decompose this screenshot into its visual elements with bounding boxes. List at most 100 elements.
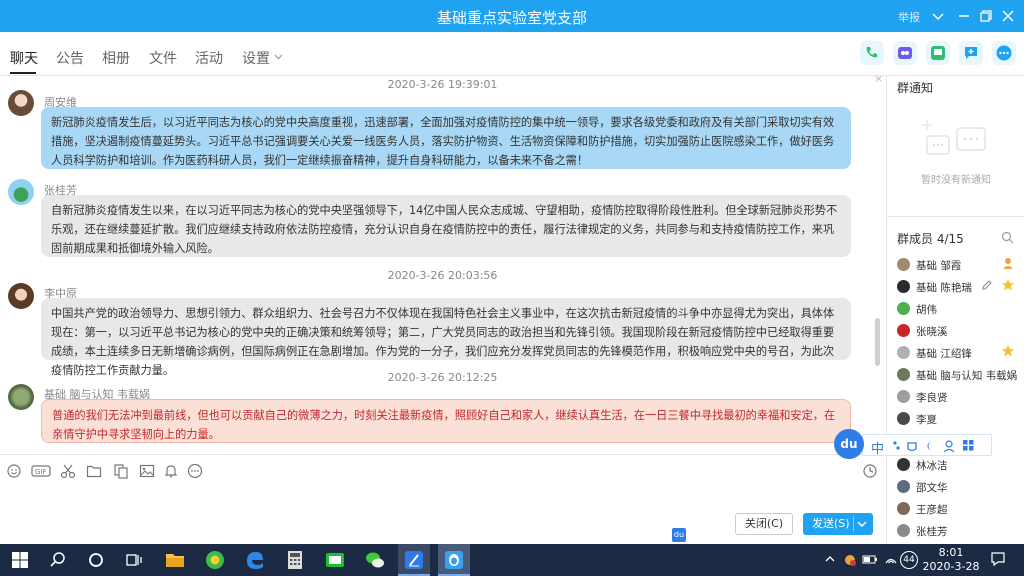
member-item[interactable]: 王彦超 [897,500,1022,518]
minimize-icon[interactable] [954,6,974,26]
avatar [897,480,910,493]
bell-icon[interactable] [163,463,179,479]
avatar [897,502,910,515]
avatar[interactable] [8,179,34,205]
image-icon[interactable] [139,463,155,479]
message-timestamp: 2020-3-26 20:03:56 [387,269,498,282]
avatar [897,524,910,537]
wifi-icon[interactable] [884,553,898,568]
member-item[interactable]: 邵文华 [897,478,1022,496]
group-notice-title: 群通知 [897,81,934,95]
tab-chat[interactable]: 聊天 [10,48,38,68]
divider [887,216,1024,217]
cortana-icon[interactable] [84,548,108,572]
member-item[interactable]: 基础 邹霞 [897,256,1022,274]
tray-chevron-icon[interactable] [824,553,836,568]
message-bubble[interactable]: 普通的我们无法冲到最前线，但也可以贡献自己的微薄之力，时刻关注最新疫情，照顾好自… [41,399,851,443]
calculator-icon[interactable] [283,548,307,572]
task-view-icon[interactable] [122,548,146,572]
edge-icon[interactable] [243,548,267,572]
iqiyi-icon[interactable] [323,548,347,572]
gif-icon[interactable]: GIF [31,463,51,479]
ime-indicator-icon[interactable]: du [672,528,686,542]
more-icon[interactable] [992,41,1016,65]
window-title: 基础重点实验室党支部 [436,9,587,27]
settings-chevron-icon[interactable] [274,50,283,64]
tab-album[interactable]: 相册 [102,48,130,68]
edit-icon[interactable] [981,279,993,294]
windows-start-icon[interactable] [8,548,32,572]
admin-star-icon [1001,278,1015,295]
close-window-icon[interactable] [998,6,1018,26]
avatar[interactable] [8,384,34,410]
ime-toolbar[interactable]: 中 du [834,429,992,459]
avatar[interactable] [8,283,34,309]
member-item[interactable]: 基础 江绍锋 [897,344,1022,362]
members-title: 群成员 4/15 [897,232,964,246]
avatar [897,280,910,293]
chat-history[interactable]: × 2020-3-26 19:39:01 周安维 新冠肺炎疫情发生后，以习近平同… [0,76,885,454]
windows-taskbar: 44 8:01 2020-3-28 [0,544,1024,576]
add-chat-icon[interactable] [959,41,983,65]
send-options-chevron-icon[interactable] [857,520,867,528]
member-item[interactable]: 基础 陈艳瑞 [897,278,1022,296]
message-timestamp: 2020-3-26 20:12:25 [387,371,498,384]
restore-icon[interactable] [976,6,996,26]
qq-app-icon[interactable] [442,548,466,572]
avatar [897,390,910,403]
voice-call-icon[interactable] [860,41,884,65]
member-search-icon[interactable] [1001,231,1014,247]
ime-strip: 中 [862,434,992,457]
member-item[interactable]: 胡伟 [897,300,1022,318]
member-item[interactable]: 李良贤 [897,388,1022,406]
send-button[interactable]: 发送(S) [803,513,873,535]
chat-scrollbar[interactable] [875,318,880,366]
wechat-icon[interactable] [363,548,387,572]
admin-star-icon [1001,344,1015,361]
empty-notice-text: 暂时没有新通知 [921,175,991,186]
avatar[interactable] [8,90,34,116]
system-clock[interactable]: 8:01 2020-3-28 [922,546,980,574]
files-icon[interactable] [113,463,129,479]
browser-360-icon[interactable] [203,548,227,572]
history-clock-icon[interactable] [862,463,878,479]
battery-percent[interactable]: 44 [900,551,918,569]
ime-mode-toggle[interactable]: 中 [871,438,884,457]
close-button[interactable]: 关闭(C) [735,513,793,535]
clock-date: 2020-3-28 [922,560,980,573]
chevron-down-icon[interactable] [928,6,948,26]
member-item[interactable]: 基础 脑与认知 韦载娲 [897,366,1022,384]
tab-settings[interactable]: 设置 [242,48,270,68]
member-item[interactable]: 张桂芳 [897,522,1022,540]
member-item[interactable]: 张晓溪 [897,322,1022,340]
avatar [897,368,910,381]
tab-files[interactable]: 文件 [149,48,177,68]
search-icon[interactable] [46,548,70,572]
member-item[interactable]: 李夏 [897,410,1022,428]
message-bubble[interactable]: 自新冠肺炎疫情发生以来，在以习近平同志为核心的党中央坚强领导下，14亿中国人民众… [41,195,851,257]
ime-tools-icons[interactable] [891,439,1001,453]
avatar [897,458,910,471]
screen-share-icon[interactable] [926,41,950,65]
message-bubble[interactable]: 中国共产党的政治领导力、思想引领力、群众组织力、社会号召力不仅体现在我国特色社会… [41,298,851,377]
ime-logo[interactable]: du [834,429,864,459]
active-tab-indicator [10,72,36,74]
report-link[interactable]: 举报 [898,9,920,25]
file-explorer-icon[interactable] [163,548,187,572]
pen-app-icon[interactable] [402,548,426,572]
tray-app-icon[interactable] [843,553,857,570]
notification-icon[interactable] [990,551,1006,570]
window-titlebar: 基础重点实验室党支部 举报 [0,0,1024,32]
avatar [897,412,910,425]
battery-icon[interactable] [862,553,878,568]
screenshot-icon[interactable] [60,463,76,479]
message-bubble[interactable]: 新冠肺炎疫情发生后，以习近平同志为核心的党中央高度重视，迅速部署，全面加强对疫情… [41,107,851,169]
emoji-icon[interactable] [6,463,22,479]
tab-announcements[interactable]: 公告 [56,48,84,68]
more-tools-icon[interactable] [187,463,203,479]
folder-icon[interactable] [86,463,102,479]
tab-activities[interactable]: 活动 [195,48,223,68]
avatar [897,346,910,359]
avatar [897,302,910,315]
video-call-icon[interactable] [893,41,917,65]
